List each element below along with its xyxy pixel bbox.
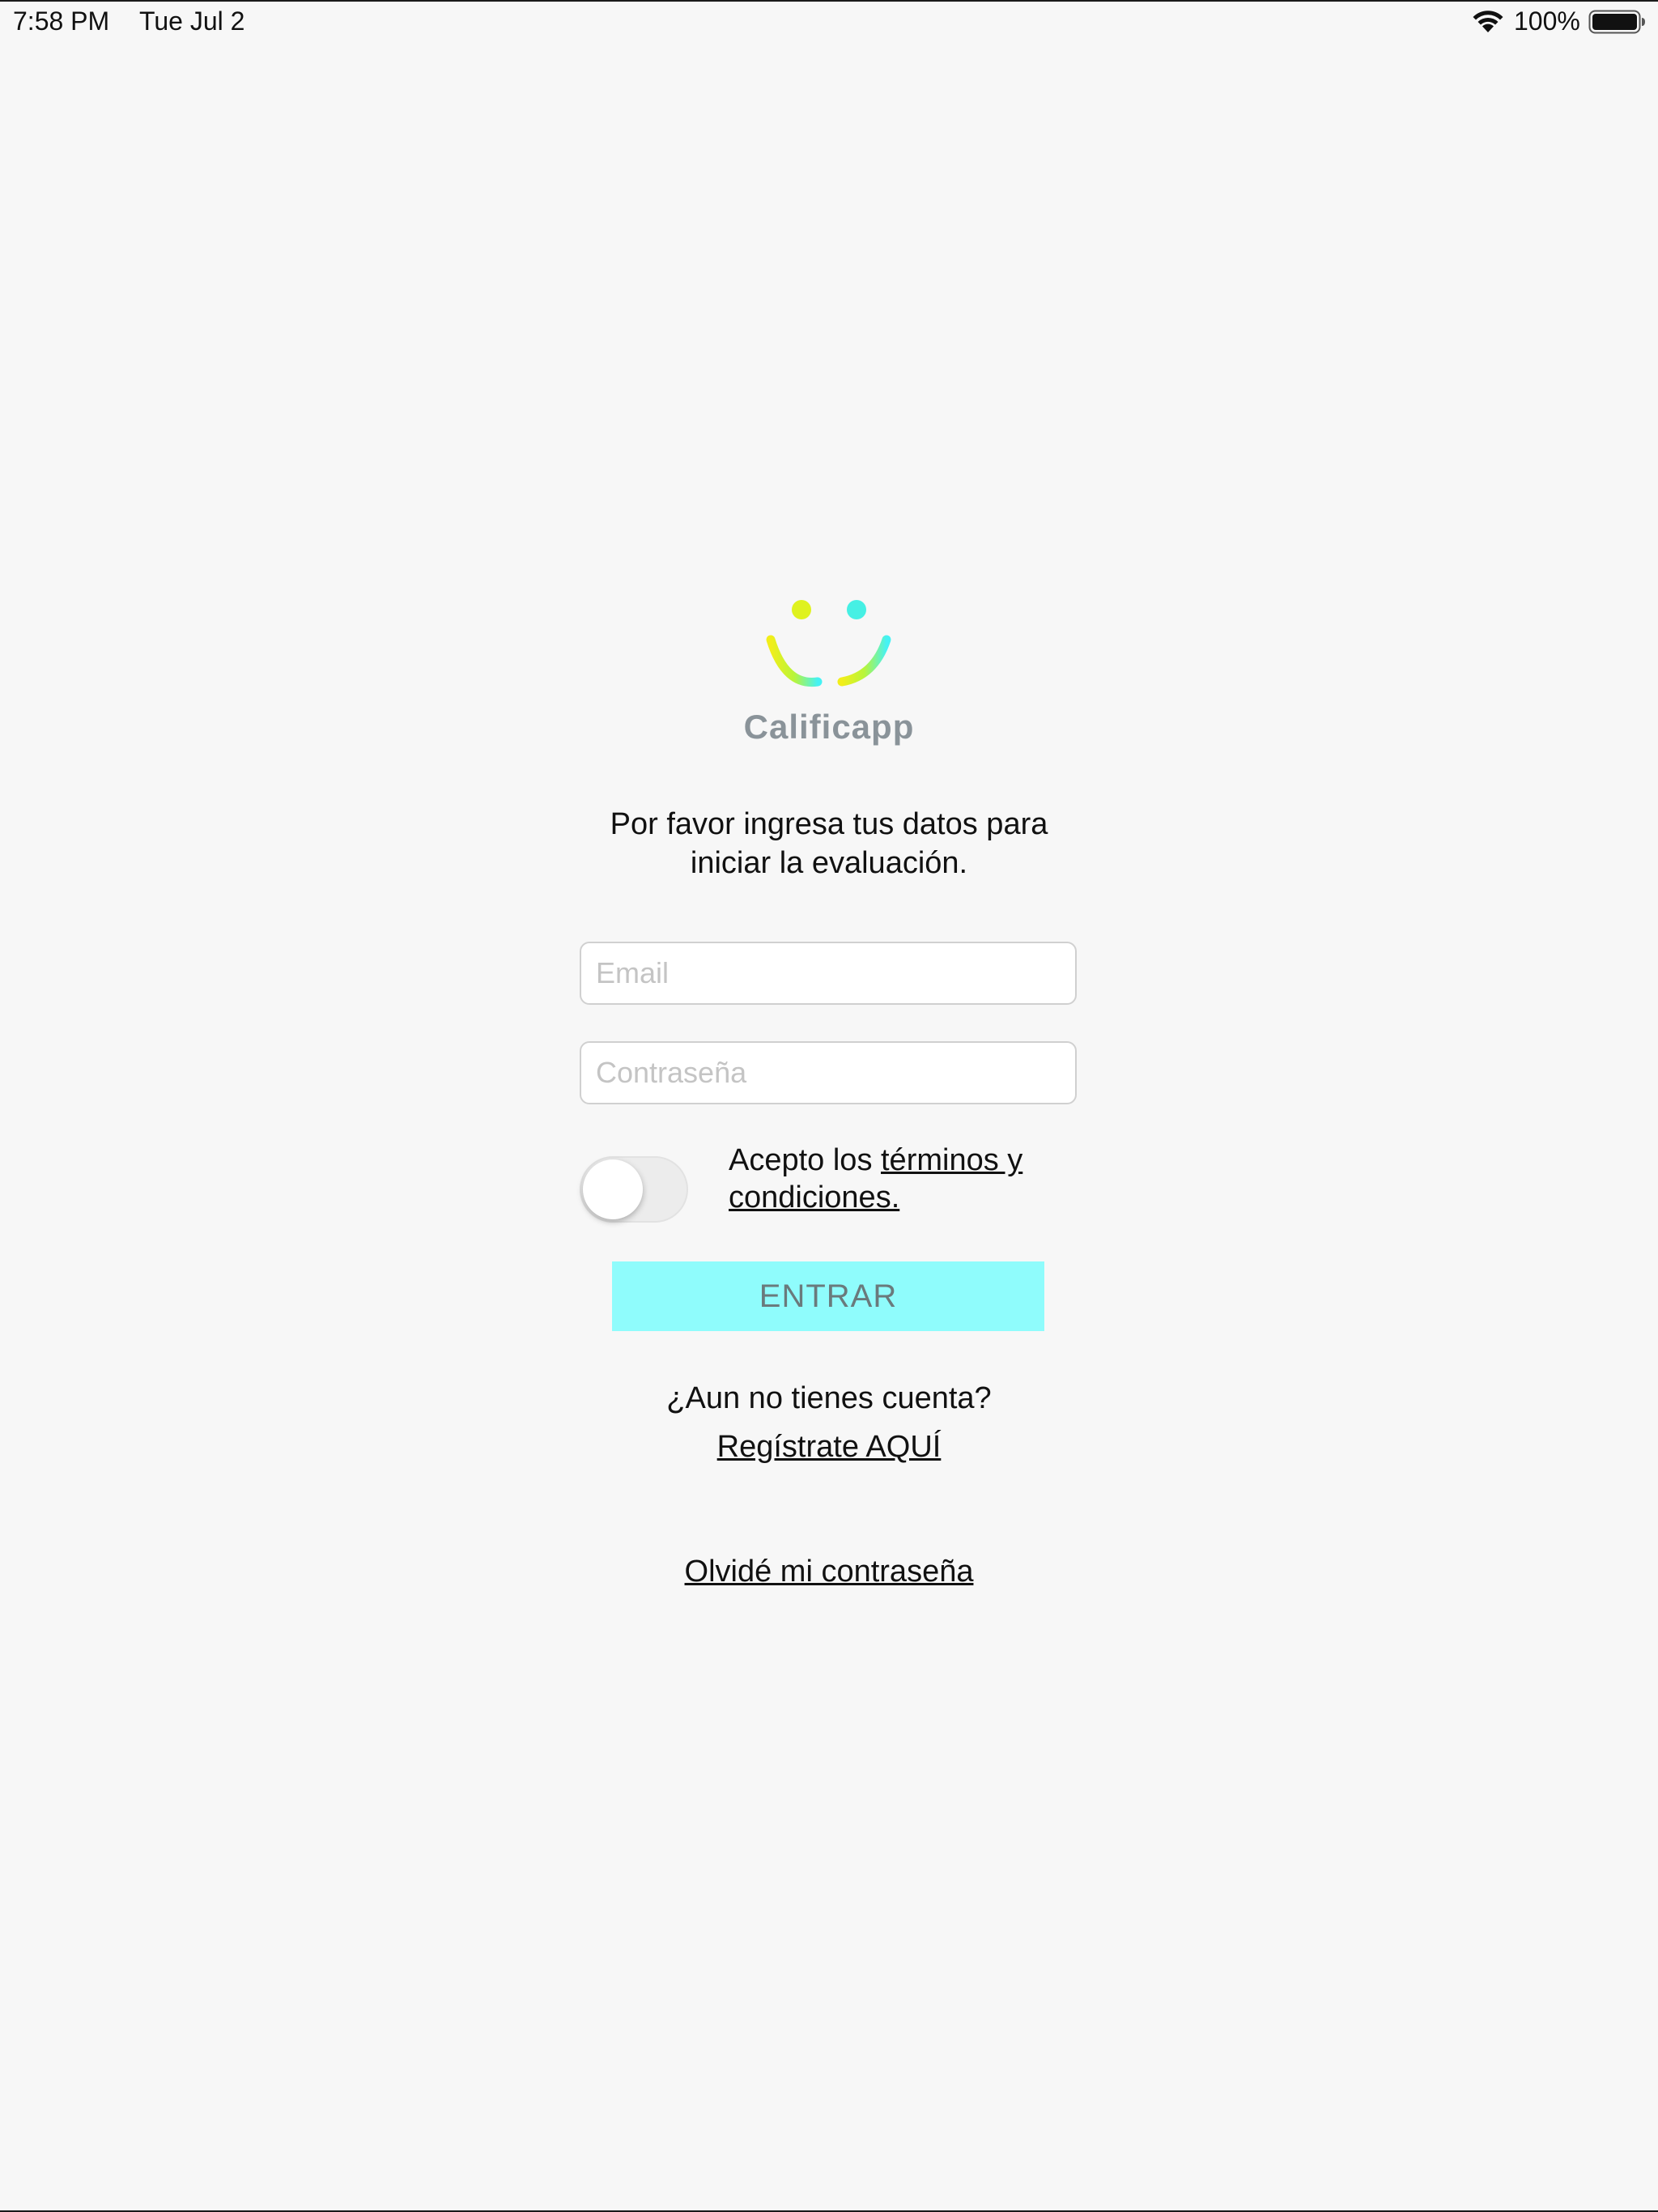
status-bar: 7:58 PM Tue Jul 2 100% [0,0,1658,42]
battery-percentage: 100% [1514,6,1580,36]
status-date: Tue Jul 2 [139,6,245,36]
smiley-logo-icon [766,600,891,687]
toggle-knob [583,1159,643,1219]
password-field[interactable] [580,1041,1077,1104]
intro-line-2: iniciar la evaluación. [690,846,968,880]
status-time: 7:58 PM [13,6,110,36]
enter-button[interactable]: ENTRAR [612,1261,1044,1331]
battery-icon [1588,10,1645,34]
terms-toggle[interactable] [580,1156,688,1223]
register-link[interactable]: Regístrate AQUÍ [505,1430,1153,1465]
no-account-text: ¿Aun no tienes cuenta? [666,1381,992,1415]
intro-line-1: Por favor ingresa tus datos para [610,807,1048,841]
terms-prefix: Acepto los [729,1143,881,1177]
wifi-icon [1473,11,1503,32]
terms-link[interactable]: términos y [881,1143,1022,1177]
forgot-password-link[interactable]: Olvidé mi contraseña [505,1555,1153,1589]
brand-name: Calificapp [743,708,915,746]
email-field[interactable] [580,942,1077,1005]
terms-label: Acepto los términos y condiciones. [729,1142,1101,1216]
intro-text: Por favor ingresa tus datos para iniciar… [505,805,1153,883]
terms-link-continued[interactable]: condiciones. [729,1180,899,1214]
